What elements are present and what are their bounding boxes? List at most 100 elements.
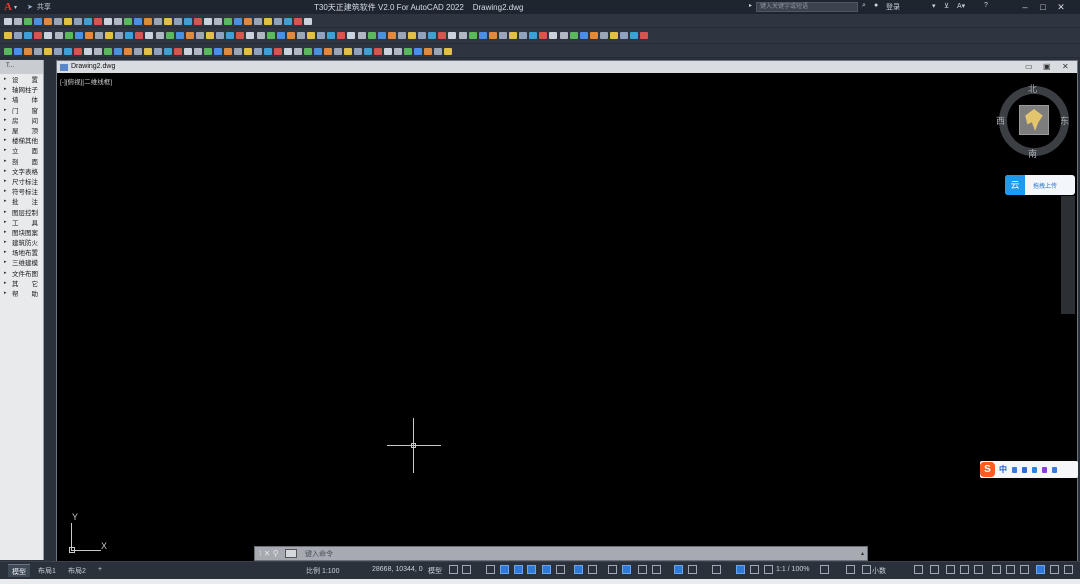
toolbar-tool-icon[interactable] <box>509 32 517 39</box>
toolbar-tool-icon[interactable] <box>135 32 144 39</box>
toolbar-tool-icon[interactable] <box>194 18 202 25</box>
toolbar-tool-icon[interactable] <box>54 32 63 39</box>
toolbar-tool-icon[interactable] <box>284 48 292 55</box>
toolbar-tool-icon[interactable] <box>236 32 245 39</box>
command-expand-icon[interactable]: ▴ <box>861 550 864 557</box>
toolbar-tool-icon[interactable] <box>610 32 618 39</box>
palette-item[interactable]: ▸ 门 窗 <box>0 105 43 115</box>
toolbar-tool-icon[interactable] <box>94 18 102 25</box>
toolbar-tool-icon[interactable] <box>276 32 285 39</box>
status-toggle-icon[interactable] <box>500 565 509 574</box>
search-icon[interactable]: ⌕ <box>862 2 866 10</box>
status-toggle-icon[interactable] <box>688 565 697 574</box>
toolbar-tool-icon[interactable] <box>284 18 292 25</box>
command-close-icon[interactable]: ⁝ ✕ ⚲ <box>259 549 279 558</box>
toolbar-tool-icon[interactable] <box>599 32 608 39</box>
store-icon[interactable]: ⊻ <box>944 2 949 10</box>
doc-minimize-button[interactable]: ▭ <box>1025 62 1033 71</box>
toolbar-tool-icon[interactable] <box>630 32 639 39</box>
tab-layout1[interactable]: 布局1 <box>34 564 60 577</box>
toolbar-tool-icon[interactable] <box>74 18 82 25</box>
toolbar-tool-icon[interactable] <box>264 18 272 25</box>
palette-item[interactable]: ▸ 文字表格 <box>0 166 43 176</box>
toolbar-tool-icon[interactable] <box>144 48 152 55</box>
toolbar-tool-icon[interactable] <box>468 32 477 39</box>
palette-item[interactable]: ▸ 轴网柱子 <box>0 84 43 94</box>
toolbar-tool-icon[interactable] <box>397 32 406 39</box>
toolbar-tool-icon[interactable] <box>14 18 22 25</box>
toolbar-tool-icon[interactable] <box>4 48 12 55</box>
toolbar-tool-icon[interactable] <box>155 32 164 39</box>
toolbar-tool-icon[interactable] <box>304 48 312 55</box>
status-toggle-icon[interactable] <box>542 565 551 574</box>
toolbar-tool-icon[interactable] <box>125 32 134 39</box>
palette-item[interactable]: ▸ 立 面 <box>0 145 43 155</box>
toolbar-tool-icon[interactable] <box>529 32 538 39</box>
toolbar-tool-icon[interactable] <box>478 32 487 39</box>
document-tab[interactable]: Drawing2.dwg ▭ ▣ ✕ <box>57 61 1077 73</box>
command-history-icon[interactable] <box>285 549 297 558</box>
toolbar-tool-icon[interactable] <box>84 48 92 55</box>
toolbar-tool-icon[interactable] <box>488 32 497 39</box>
palette-item[interactable]: ▸ 文件布图 <box>0 268 43 278</box>
autocad-logo-icon[interactable]: A <box>4 1 12 13</box>
toolbar-tool-icon[interactable] <box>145 32 154 39</box>
toolbar-tool-icon[interactable] <box>254 48 262 55</box>
palette-item[interactable]: ▸ 其 它 <box>0 278 43 288</box>
status-toggle-icon[interactable] <box>486 565 495 574</box>
toolbar-tool-icon[interactable] <box>434 48 442 55</box>
toolbar-tool-icon[interactable] <box>438 32 447 39</box>
toolbar-tool-icon[interactable] <box>74 32 83 39</box>
palette-item[interactable]: ▸ 三维建模 <box>0 257 43 267</box>
search-input[interactable]: 键入关键字或短语 <box>756 2 858 12</box>
toolbar-tool-icon[interactable] <box>254 18 262 25</box>
status-toggle-icon[interactable] <box>750 565 759 574</box>
status-toggle-icon[interactable] <box>974 565 983 574</box>
toolbar-tool-icon[interactable] <box>54 18 62 25</box>
toolbar-tool-icon[interactable] <box>347 32 356 39</box>
toolbar-tool-icon[interactable] <box>206 32 214 39</box>
toolbar-tool-icon[interactable] <box>114 48 122 55</box>
toolbar-tool-icon[interactable] <box>84 32 93 39</box>
toolbar-tool-icon[interactable] <box>519 32 528 39</box>
palette-item[interactable]: ▸ 屋 顶 <box>0 125 43 135</box>
toolbar-tool-icon[interactable] <box>408 32 416 39</box>
toolbar-tool-icon[interactable] <box>14 32 23 39</box>
punctuation-icon[interactable] <box>1012 466 1017 473</box>
add-layout-button[interactable]: + <box>94 564 106 577</box>
compass-east[interactable]: 东 <box>1060 114 1069 127</box>
toolbar-tool-icon[interactable] <box>314 48 322 55</box>
toolbar-tool-icon[interactable] <box>105 32 113 39</box>
toolbar-tool-icon[interactable] <box>367 32 376 39</box>
toolbar-tool-icon[interactable] <box>64 48 72 55</box>
toolbar-tool-icon[interactable] <box>34 48 42 55</box>
status-toggle-icon[interactable] <box>764 565 773 574</box>
toolbar-tool-icon[interactable] <box>214 48 222 55</box>
toolbar-tool-icon[interactable] <box>34 18 42 25</box>
toolbar-tool-icon[interactable] <box>327 32 336 39</box>
palette-item[interactable]: ▸ 建筑防火 <box>0 237 43 247</box>
status-toggle-icon[interactable] <box>556 565 565 574</box>
toolbar-tool-icon[interactable] <box>104 18 112 25</box>
toolbar-tool-icon[interactable] <box>224 18 232 25</box>
doc-close-button[interactable]: ✕ <box>1062 62 1069 71</box>
toolbar-tool-icon[interactable] <box>337 32 346 39</box>
toolbar-tool-icon[interactable] <box>394 48 402 55</box>
palette-item[interactable]: ▸ 墙 体 <box>0 94 43 104</box>
toolbar-tool-icon[interactable] <box>246 32 255 39</box>
toolbar-tool-icon[interactable] <box>165 32 174 39</box>
toolbar-tool-icon[interactable] <box>307 32 315 39</box>
status-toggle-icon[interactable] <box>1050 565 1059 574</box>
toolbar-tool-icon[interactable] <box>226 32 235 39</box>
palette-item[interactable]: ▸ 图块图案 <box>0 227 43 237</box>
toolbar-tool-icon[interactable] <box>184 18 192 25</box>
palette-item[interactable]: ▸ 楼梯其他 <box>0 135 43 145</box>
toolbar-tool-icon[interactable] <box>374 48 382 55</box>
keyboard-icon[interactable] <box>1032 466 1037 473</box>
toolbar-tool-icon[interactable] <box>124 18 132 25</box>
navigation-bar[interactable] <box>1061 196 1075 314</box>
toolbar-tool-icon[interactable] <box>44 18 52 25</box>
toolbar-tool-icon[interactable] <box>124 48 132 55</box>
toolbar-tool-icon[interactable] <box>418 32 427 39</box>
status-toggle-icon[interactable] <box>960 565 969 574</box>
